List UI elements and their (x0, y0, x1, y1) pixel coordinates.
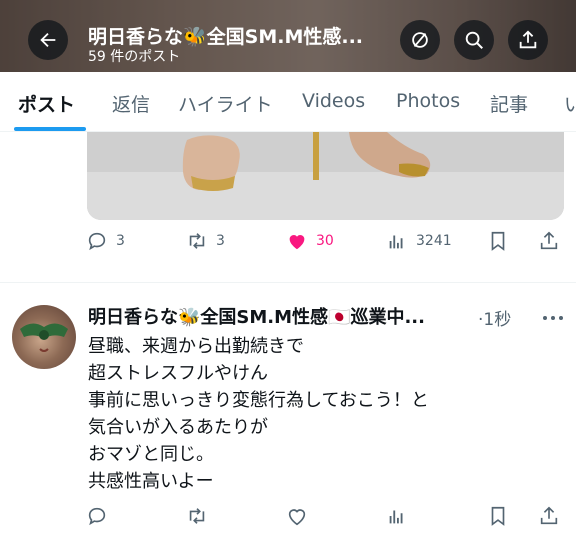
reply-count: 3 (116, 233, 125, 249)
post-media-image[interactable] (87, 132, 564, 220)
share-icon (540, 231, 558, 250)
profile-tabs: ポスト 返信 ハイライト Videos Photos 記事 い (0, 72, 576, 132)
post-count: 59 件のポスト (88, 49, 181, 65)
post-timestamp[interactable]: ·1秒 (478, 305, 511, 330)
repost-button[interactable] (186, 505, 208, 527)
post-text-line: 昼職、来週から出勤続きで (88, 336, 304, 357)
share-icon (519, 30, 537, 49)
post-actions: 3 3 30 3241 (0, 230, 576, 256)
bookmark-icon (491, 231, 505, 251)
repost-icon (189, 233, 205, 249)
post-text-line: おマゾと同じ。 (88, 444, 214, 465)
repost-count: 3 (216, 233, 225, 249)
tab-replies[interactable]: 返信 (112, 90, 150, 117)
share-post-button[interactable] (538, 505, 560, 527)
bookmark-button[interactable] (487, 230, 509, 252)
avatar[interactable] (12, 305, 76, 369)
more-options-button[interactable] (542, 308, 564, 327)
arrow-left-icon (40, 32, 56, 48)
profile-header: 明日香らな🐝全国SM.M性感... 59 件のポスト (0, 0, 576, 72)
post-text-line: 超ストレスフルやけん (88, 363, 268, 384)
tab-articles[interactable]: 記事 (490, 90, 528, 117)
post-actions (0, 505, 576, 531)
tab-posts[interactable]: ポスト (18, 90, 75, 117)
heart-filled-icon (289, 235, 305, 250)
share-icon (540, 506, 558, 525)
author-name[interactable]: 明日香らな🐝全国SM.M性感🇯🇵巡業中... (88, 303, 474, 329)
post-divider (0, 282, 576, 283)
tab-photos[interactable]: Photos (396, 90, 460, 112)
bookmark-button[interactable] (487, 505, 509, 527)
grok-icon (412, 32, 428, 48)
reply-icon (88, 507, 106, 526)
post-text-line: 事前に思いっきり変態行為しておこう！と (88, 390, 429, 411)
like-count: 30 (316, 233, 334, 249)
more-dots-icon (543, 316, 563, 320)
tab-videos[interactable]: Videos (302, 90, 365, 112)
reply-button[interactable] (86, 505, 108, 527)
heart-outline-icon (288, 509, 306, 526)
heels-photo (87, 132, 564, 220)
share-post-button[interactable] (538, 230, 560, 252)
profile-name: 明日香らな🐝全国SM.M性感... (88, 26, 364, 48)
search-icon (465, 31, 483, 49)
repost-button[interactable]: 3 (186, 230, 225, 252)
search-button[interactable] (454, 20, 494, 60)
tab-more[interactable]: い (564, 90, 576, 117)
views-button[interactable] (386, 505, 408, 527)
views-chart-icon (389, 235, 403, 249)
reply-button[interactable]: 3 (86, 230, 125, 252)
views-button[interactable]: 3241 (386, 230, 452, 252)
view-count: 3241 (416, 233, 452, 249)
post-text-line: 共感性高いよー (88, 471, 214, 492)
repost-icon (189, 508, 205, 524)
back-button[interactable] (28, 20, 68, 60)
post-header: 明日香らな🐝全国SM.M性感🇯🇵巡業中... ·1秒 (88, 303, 558, 330)
avatar-photo (20, 323, 68, 352)
reply-icon (88, 232, 106, 251)
active-tab-indicator (14, 127, 86, 131)
bookmark-icon (491, 506, 505, 526)
like-button[interactable] (286, 505, 308, 527)
views-chart-icon (389, 510, 403, 524)
share-button[interactable] (508, 20, 548, 60)
post-text-line: 気合いが入るあたりが (88, 417, 268, 438)
post-text: 昼職、来週から出勤続きで 超ストレスフルやけん 事前に思いっきり変態行為しておこ… (88, 333, 558, 495)
like-button[interactable]: 30 (286, 230, 334, 252)
grok-button[interactable] (400, 20, 440, 60)
tab-highlights[interactable]: ハイライト (178, 90, 273, 117)
